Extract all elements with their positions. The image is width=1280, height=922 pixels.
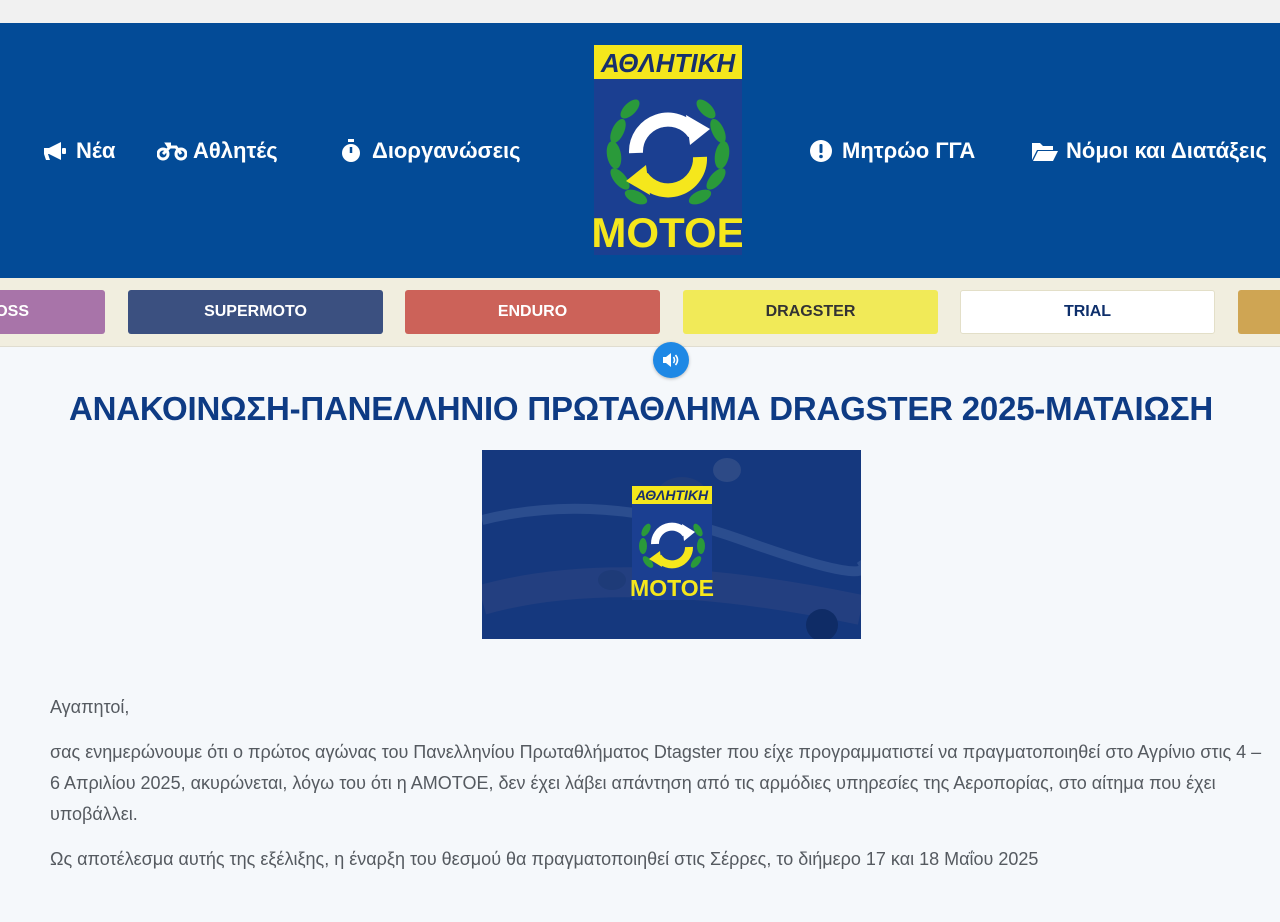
article-paragraph: σας ενημερώνουμε ότι ο πρώτος αγώνας του… bbox=[50, 742, 1262, 824]
site-header: Νέα Αθλητές Διοργανώσεις Μητρώο ΓΓΑ Νόμο… bbox=[0, 23, 1280, 278]
megaphone-icon bbox=[40, 139, 70, 163]
category-label: DRAGSTER bbox=[765, 303, 856, 320]
nav-label: Διοργανώσεις bbox=[372, 138, 521, 163]
image-logo-bottom-text: ΜΟΤΟΕ bbox=[630, 575, 714, 601]
article-body: Αγαπητοί, σας ενημερώνουμε ότι ο πρώτος … bbox=[50, 692, 1265, 889]
nav-label: Αθλητές bbox=[193, 138, 278, 163]
folder-open-icon bbox=[1030, 139, 1060, 163]
article-title: ΑΝΑΚΟΙΝΩΣΗ-ΠΑΝΕΛΛΗΝΙΟ ΠΡΩΤΑΘΛΗΜΑ DRAGSTE… bbox=[69, 390, 1213, 427]
category-dragster[interactable]: DRAGSTER bbox=[683, 290, 938, 334]
logo-top-text: ΑΘΛΗΤΙΚΗ bbox=[600, 48, 737, 78]
category-label: OSS bbox=[0, 303, 29, 320]
category-trial[interactable]: TRIAL bbox=[960, 290, 1215, 334]
exclamation-circle-icon bbox=[806, 139, 836, 163]
nav-item-gga-registry[interactable]: Μητρώο ΓΓΑ bbox=[806, 138, 975, 164]
nav-label: Νέα bbox=[76, 138, 116, 163]
category-motocross[interactable]: OSS bbox=[0, 290, 105, 334]
nav-item-laws[interactable]: Νόμοι και Διατάξεις bbox=[1030, 138, 1267, 164]
category-next[interactable] bbox=[1238, 290, 1280, 334]
nav-item-news[interactable]: Νέα bbox=[40, 138, 115, 164]
category-label: TRIAL bbox=[1063, 303, 1112, 320]
nav-item-events[interactable]: Διοργανώσεις bbox=[336, 138, 521, 164]
category-label: SUPERMOTO bbox=[204, 303, 307, 320]
stopwatch-icon bbox=[336, 139, 366, 163]
featured-image[interactable]: ΑΘΛΗΤΙΚΗ ΜΟΤΟΕ bbox=[482, 450, 861, 639]
category-enduro[interactable]: ENDURO bbox=[405, 290, 660, 334]
nav-item-athletes[interactable]: Αθλητές bbox=[157, 138, 278, 164]
logo-bottom-text: ΜΟΤΟΕ bbox=[594, 209, 742, 255]
nav-label: Νόμοι και Διατάξεις bbox=[1066, 138, 1267, 163]
article-paragraph: Αγαπητοί, bbox=[50, 697, 130, 717]
audio-play-button[interactable] bbox=[653, 342, 689, 378]
motorcycle-icon bbox=[157, 139, 187, 163]
speaker-icon bbox=[662, 352, 680, 368]
category-label: ENDURO bbox=[497, 303, 568, 320]
article-paragraph: Ως αποτέλεσμα αυτής της εξέλιξης, η έναρ… bbox=[50, 849, 1039, 869]
category-bar: OSS SUPERMOTO ENDURO DRAGSTER TRIAL bbox=[0, 278, 1280, 347]
site-logo[interactable]: ΑΘΛΗΤΙΚΗ ΜΟΤΟΕ bbox=[591, 45, 745, 256]
browser-top-strip bbox=[0, 0, 1280, 23]
nav-label: Μητρώο ΓΓΑ bbox=[842, 138, 976, 163]
category-supermoto[interactable]: SUPERMOTO bbox=[128, 290, 383, 334]
image-logo-top-text: ΑΘΛΗΤΙΚΗ bbox=[635, 487, 709, 503]
